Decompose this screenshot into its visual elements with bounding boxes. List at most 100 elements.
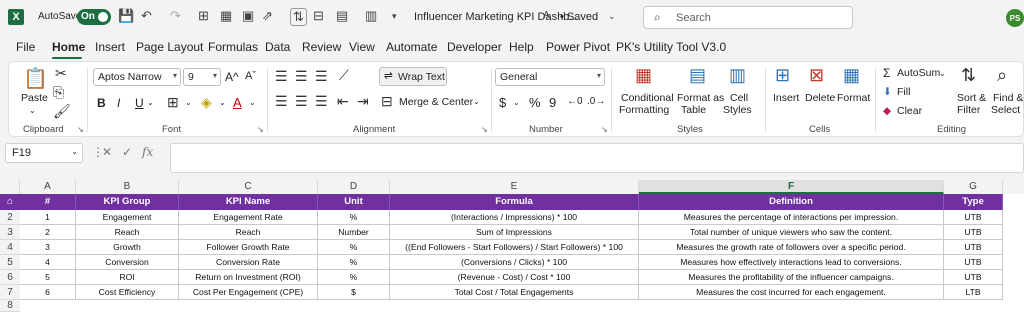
table-cell[interactable]: 5 — [20, 270, 76, 285]
merge-center-button[interactable]: Merge & Center — [399, 96, 473, 108]
tab-insert[interactable]: Insert — [95, 40, 125, 54]
chevron-down-icon[interactable]: ⌄ — [249, 98, 256, 107]
borders-icon[interactable]: ⊞ — [198, 8, 209, 24]
currency-button[interactable]: $ — [499, 95, 506, 110]
font-size-select[interactable]: 9 ▾ — [183, 68, 221, 86]
customize-qat-icon[interactable]: ▾ — [392, 11, 397, 22]
table-cell[interactable]: Measures the cost incurred for each enga… — [639, 285, 944, 300]
table-cell[interactable]: Engagement Rate — [179, 210, 318, 225]
picture-icon[interactable]: ▣ — [242, 8, 254, 24]
tab-data[interactable]: Data — [265, 40, 290, 54]
chevron-down-icon[interactable]: ⌄ — [219, 98, 226, 107]
increase-decimal-icon[interactable]: ←0 — [567, 96, 583, 107]
tab-page-layout[interactable]: Page Layout — [136, 40, 203, 54]
format-cells-button[interactable]: Format — [837, 92, 870, 104]
cell-label[interactable]: Cell — [730, 92, 748, 104]
table-cell[interactable]: ROI — [76, 270, 179, 285]
paste-icon[interactable]: 📋 — [23, 66, 48, 91]
row-header-8[interactable]: 8 — [0, 300, 20, 312]
table-cell[interactable]: Number — [318, 225, 390, 240]
format-painter-icon[interactable]: 🖌 — [53, 103, 71, 120]
chevron-down-icon[interactable]: ⌄ — [185, 98, 192, 107]
chevron-down-icon[interactable]: ⌄ — [147, 98, 154, 107]
column-header-a[interactable]: A — [20, 180, 76, 194]
conditional-formatting-icon[interactable]: ▦ — [635, 65, 652, 86]
borders-icon[interactable]: ⊞ — [167, 94, 179, 111]
column-header-d[interactable]: D — [318, 180, 390, 194]
insert-cells-button[interactable]: Insert — [773, 92, 799, 104]
header-cell-definition[interactable]: Definition — [639, 194, 944, 210]
tab-review[interactable]: Review — [302, 40, 341, 54]
insert-function-icon[interactable]: fx — [142, 145, 153, 159]
cancel-icon[interactable]: ✕ — [102, 145, 112, 159]
chevron-down-icon[interactable]: ⌄ — [513, 98, 520, 107]
bold-button[interactable]: B — [97, 96, 106, 110]
autosum-icon[interactable]: Σ — [883, 66, 890, 80]
table-cell[interactable]: % — [318, 255, 390, 270]
top-align-icon[interactable]: ☰ — [275, 68, 288, 85]
tab-developer[interactable]: Developer — [447, 40, 502, 54]
decrease-decimal-icon[interactable]: .0→ — [587, 96, 605, 107]
percent-button[interactable]: % — [529, 95, 541, 110]
align-right-icon[interactable]: ☰ — [315, 93, 328, 110]
saved-status[interactable]: • Saved — [560, 11, 598, 23]
sort-filter-icon[interactable]: ⇅ — [961, 65, 976, 86]
tab-formulas[interactable]: Formulas — [208, 40, 258, 54]
decrease-font-icon[interactable]: Aˇ — [245, 70, 256, 82]
row-header-7[interactable]: 7 — [0, 285, 20, 300]
select-label[interactable]: Select — [991, 104, 1020, 116]
tab-file[interactable]: File — [16, 40, 35, 54]
table-cell[interactable]: UTB — [944, 270, 1003, 285]
conditional-label[interactable]: Conditional — [621, 92, 674, 104]
table-cell[interactable]: UTB — [944, 210, 1003, 225]
styles-label[interactable]: Styles — [723, 104, 752, 116]
fill-color-icon[interactable]: ◈ — [201, 94, 212, 111]
table-cell[interactable]: Cost Per Engagement (CPE) — [179, 285, 318, 300]
header-cell-kpi-name[interactable]: KPI Name — [179, 194, 318, 210]
sort-icon[interactable]: ⇅ — [290, 8, 307, 26]
comma-button[interactable]: 9 — [549, 95, 556, 110]
cut-icon[interactable]: ✂ — [55, 65, 67, 82]
font-launcher-icon[interactable]: ↘ — [257, 125, 264, 134]
table-cell[interactable]: (Interactions / Impressions) * 100 — [390, 210, 639, 225]
wrap-text-button[interactable]: ⇌ Wrap Text — [379, 67, 447, 86]
font-color-icon[interactable]: A — [233, 95, 242, 110]
merge-icon[interactable]: ⊟ — [381, 93, 393, 110]
row-header-2[interactable]: 2 — [0, 210, 20, 225]
save-icon[interactable]: 💾 — [118, 8, 134, 24]
number-format-select[interactable]: General ▾ — [495, 68, 605, 86]
increase-font-icon[interactable]: A^ — [225, 70, 239, 84]
table-cell[interactable]: Total Cost / Total Engagements — [390, 285, 639, 300]
copy-icon[interactable]: ⎘ — [53, 84, 64, 101]
table-cell[interactable]: UTB — [944, 255, 1003, 270]
autosum-button[interactable]: AutoSum — [897, 67, 940, 79]
autosave-toggle[interactable]: On — [77, 9, 111, 25]
formatting-label[interactable]: Formatting — [619, 104, 669, 116]
table-cell[interactable]: (Conversions / Clicks) * 100 — [390, 255, 639, 270]
formula-input[interactable] — [170, 143, 1024, 173]
table-cell[interactable]: Reach — [179, 225, 318, 240]
clipboard-launcher-icon[interactable]: ↘ — [77, 125, 84, 134]
table-cell[interactable]: 6 — [20, 285, 76, 300]
align-left-icon[interactable]: ☰ — [275, 93, 288, 110]
number-launcher-icon[interactable]: ↘ — [601, 125, 608, 134]
column-header-c[interactable]: C — [179, 180, 318, 194]
table-cell[interactable]: LTB — [944, 285, 1003, 300]
table-cell[interactable]: Growth — [76, 240, 179, 255]
clear-icon[interactable]: ◆ — [883, 105, 891, 117]
table-cell[interactable]: 3 — [20, 240, 76, 255]
paste-chevron-icon[interactable]: ⌄ — [29, 106, 36, 115]
find-select-icon[interactable]: ⌕ — [997, 65, 1007, 86]
home-icon[interactable]: ⌂ — [0, 194, 20, 210]
increase-indent-icon[interactable]: ⇥ — [357, 93, 369, 110]
filter-label[interactable]: Filter — [957, 104, 980, 116]
underline-button[interactable]: U — [135, 96, 144, 110]
table-cell[interactable]: Measures the percentage of interactions … — [639, 210, 944, 225]
orientation-icon[interactable]: ⟋ — [339, 67, 349, 84]
fill-button[interactable]: Fill — [897, 86, 910, 98]
chevron-down-icon[interactable]: ⌄ — [608, 11, 616, 22]
row-header-3[interactable]: 3 — [0, 225, 20, 240]
filter-icon[interactable]: ⊟ — [313, 8, 324, 24]
avatar[interactable]: PS — [1006, 9, 1024, 27]
chevron-down-icon[interactable]: ⌄ — [71, 147, 78, 156]
